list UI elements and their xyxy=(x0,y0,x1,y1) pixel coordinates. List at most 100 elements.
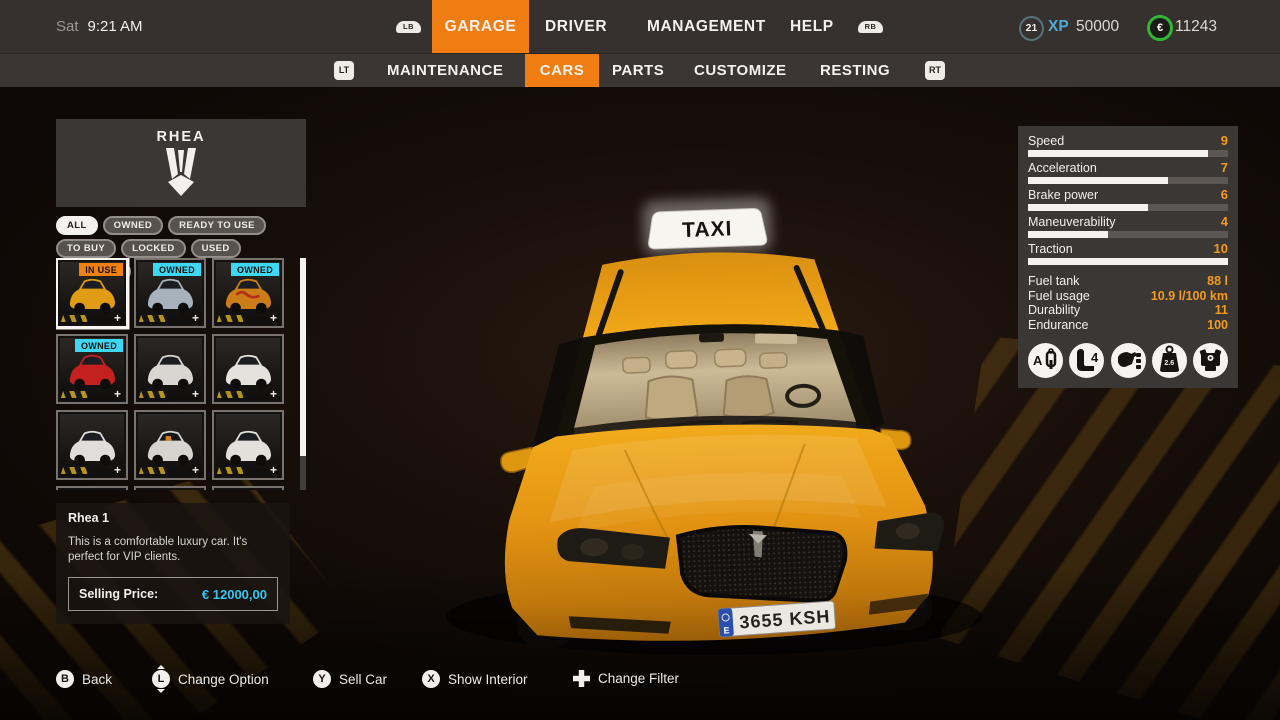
level-badge: 21 xyxy=(1019,16,1044,41)
car-thumbnail-5[interactable]: + xyxy=(134,334,206,404)
tab-help[interactable]: HELP xyxy=(790,0,834,53)
status-badge: OWNED xyxy=(153,263,201,276)
stat-label: Speed xyxy=(1028,134,1065,148)
sub-nav: LT MAINTENANCE CARS PARTS CUSTOMIZE REST… xyxy=(0,53,1280,87)
y-button-icon: Y xyxy=(313,670,331,688)
spec-durability: Durability 11 xyxy=(1028,303,1228,318)
action-label: Show Interior xyxy=(448,671,528,687)
lt-button-icon: LT xyxy=(334,61,354,80)
spec-label: Endurance xyxy=(1028,317,1089,332)
lb-button-icon: LB xyxy=(396,21,421,33)
stat-label: Brake power xyxy=(1028,188,1099,202)
xp-value: 50000 xyxy=(1076,18,1120,35)
clock: Sat 9:21 AM xyxy=(56,0,143,53)
tab-resting[interactable]: RESTING xyxy=(820,54,890,87)
stat-bar xyxy=(1028,231,1108,238)
stat-value: 7 xyxy=(1220,160,1228,175)
car-list: IN USE + OWNED + OWNED + OWNED + + + + +… xyxy=(56,258,308,490)
b-button-icon: B xyxy=(56,670,74,688)
spec-fuel-tank: Fuel tank 88 l xyxy=(1028,274,1228,289)
stat-label: Traction xyxy=(1028,242,1073,256)
action-sell-car[interactable]: Y Sell Car xyxy=(313,670,387,688)
seats-icon: 4 xyxy=(1069,343,1105,378)
car-thumbnail-12[interactable] xyxy=(212,486,284,490)
brand-logo-icon xyxy=(166,148,196,196)
car-list-scrollbar xyxy=(300,258,306,490)
stat-value: 10 xyxy=(1213,241,1228,256)
feature-icons: A 4 2.6 xyxy=(1028,343,1228,378)
ramp-stripes xyxy=(138,467,168,474)
selling-price-value: € 12000,00 xyxy=(201,586,267,602)
car-thumbnail-1[interactable]: IN USE + xyxy=(56,258,128,328)
action-show-interior[interactable]: X Show Interior xyxy=(422,670,528,688)
tab-driver[interactable]: DRIVER xyxy=(545,0,607,53)
car-thumbnail-6[interactable]: + xyxy=(212,334,284,404)
action-back[interactable]: B Back xyxy=(56,670,112,688)
add-icon: + xyxy=(269,311,277,325)
car-thumbnail-2[interactable]: OWNED + xyxy=(134,258,206,328)
brand-name: RHEA xyxy=(156,129,206,145)
car-thumbnail-11[interactable] xyxy=(134,486,206,490)
currency-value: 11243 xyxy=(1175,18,1217,35)
filter-owned[interactable]: OWNED xyxy=(102,216,164,235)
weight-icon: 2.6 xyxy=(1151,343,1187,378)
car-thumbnail-7[interactable]: + xyxy=(56,410,128,480)
stat-maneuverability: Maneuverability 4 xyxy=(1028,214,1228,238)
action-change-option[interactable]: L Change Option xyxy=(152,665,269,693)
car-thumbnail-4[interactable]: OWNED + xyxy=(56,334,128,404)
car-thumbnail-3[interactable]: OWNED + xyxy=(212,258,284,328)
status-badge: IN USE xyxy=(79,263,123,276)
selling-price-box: Selling Price: € 12000,00 xyxy=(68,577,278,611)
filter-all[interactable]: ALL xyxy=(56,216,98,235)
spec-value: 100 xyxy=(1207,317,1228,332)
stat-bar xyxy=(1028,150,1208,157)
filter-locked[interactable]: LOCKED xyxy=(121,239,186,258)
stat-label: Maneuverability xyxy=(1028,215,1116,229)
car-details-panel: Rhea 1 This is a comfortable luxury car.… xyxy=(56,503,290,624)
rt-button-icon: RT xyxy=(925,61,945,80)
action-change-filter[interactable]: Change Filter xyxy=(573,670,679,687)
car-thumbnail-8[interactable]: + xyxy=(134,410,206,480)
feature-label: 4 xyxy=(1091,350,1099,365)
tab-parts[interactable]: PARTS xyxy=(612,54,664,87)
tab-cars[interactable]: CARS xyxy=(525,54,599,87)
ramp-stripes xyxy=(216,467,246,474)
spec-endurance: Endurance 100 xyxy=(1028,318,1228,333)
action-label: Sell Car xyxy=(339,671,388,687)
car-thumbnail-9[interactable]: + xyxy=(212,410,284,480)
stat-speed: Speed 9 xyxy=(1028,133,1228,157)
tab-customize[interactable]: CUSTOMIZE xyxy=(694,54,787,87)
vehicle-preview: TAXI E 3655 KSH xyxy=(412,183,1016,655)
spec-label: Durability xyxy=(1028,303,1081,317)
left-stick-icon: L xyxy=(152,665,170,693)
currency-icon: € xyxy=(1147,15,1173,41)
add-icon: + xyxy=(113,463,121,477)
status-badge: OWNED xyxy=(231,263,279,276)
tab-garage[interactable]: GARAGE xyxy=(432,0,529,53)
scrollbar-thumb[interactable] xyxy=(300,258,306,456)
x-button-icon: X xyxy=(422,670,440,688)
add-icon: + xyxy=(191,311,199,325)
day-label: Sat xyxy=(56,18,79,35)
tab-management[interactable]: MANAGEMENT xyxy=(647,0,766,53)
dpad-icon xyxy=(573,670,590,687)
ramp-stripes xyxy=(216,315,246,322)
controller-hints-bar: B Back L Change Option Y Sell Car X Show… xyxy=(56,665,1156,694)
add-icon: + xyxy=(269,387,277,401)
add-icon: + xyxy=(113,387,121,401)
stat-bar xyxy=(1028,258,1228,265)
car-name: Rhea 1 xyxy=(68,511,109,525)
game-screen: { "status_bar": { "day": "Sat", "time": … xyxy=(0,0,1280,720)
filter-used[interactable]: USED xyxy=(190,239,241,258)
ramp-stripes xyxy=(216,391,246,398)
plate-country: E xyxy=(723,625,730,635)
filter-to-buy[interactable]: TO BUY xyxy=(56,239,117,258)
top-bar: Sat 9:21 AM LB GARAGE DRIVER MANAGEMENT H… xyxy=(0,0,1280,53)
stat-acceleration: Acceleration 7 xyxy=(1028,160,1228,184)
filter-ready-to-use[interactable]: READY TO USE xyxy=(168,216,266,235)
car-specs: Fuel tank 88 l Fuel usage 10.9 l/100 km Du… xyxy=(1028,274,1228,332)
tab-maintenance[interactable]: MAINTENANCE xyxy=(387,54,503,87)
engine-icon xyxy=(1193,343,1228,378)
selling-price-label: Selling Price: xyxy=(79,587,159,601)
car-thumbnail-10[interactable] xyxy=(56,486,128,490)
